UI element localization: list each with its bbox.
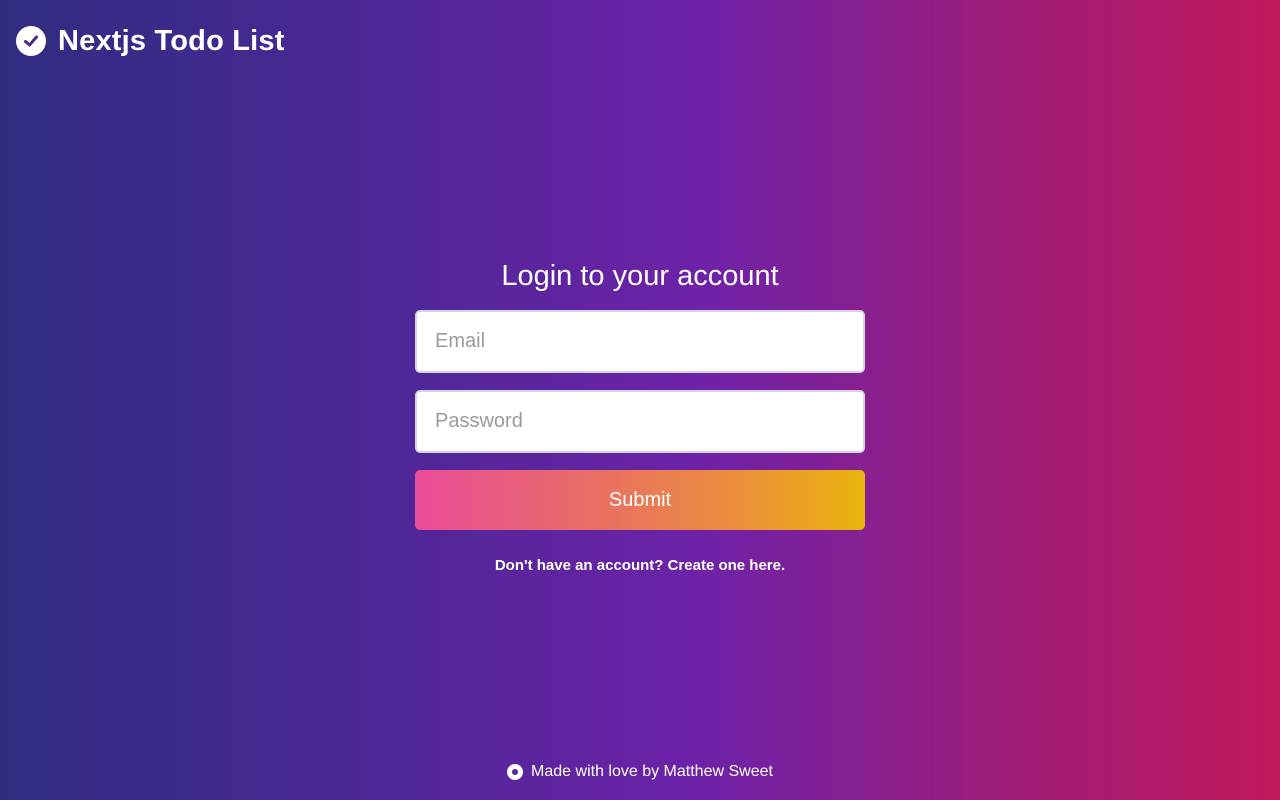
create-account-link[interactable]: Don't have an account? Create one here. — [0, 556, 1280, 576]
app-header: Nextjs Todo List — [16, 24, 285, 58]
github-icon[interactable] — [507, 764, 524, 780]
password-field[interactable] — [415, 390, 865, 453]
submit-button[interactable]: Submit — [415, 470, 865, 530]
footer: Made with love by Matthew Sweet — [0, 761, 1280, 783]
footer-credit[interactable]: Made with love by Matthew Sweet — [531, 763, 773, 781]
check-circle-icon — [16, 26, 46, 56]
login-heading: Login to your account — [501, 260, 779, 292]
app-title[interactable]: Nextjs Todo List — [58, 24, 285, 58]
email-field[interactable] — [415, 310, 865, 373]
